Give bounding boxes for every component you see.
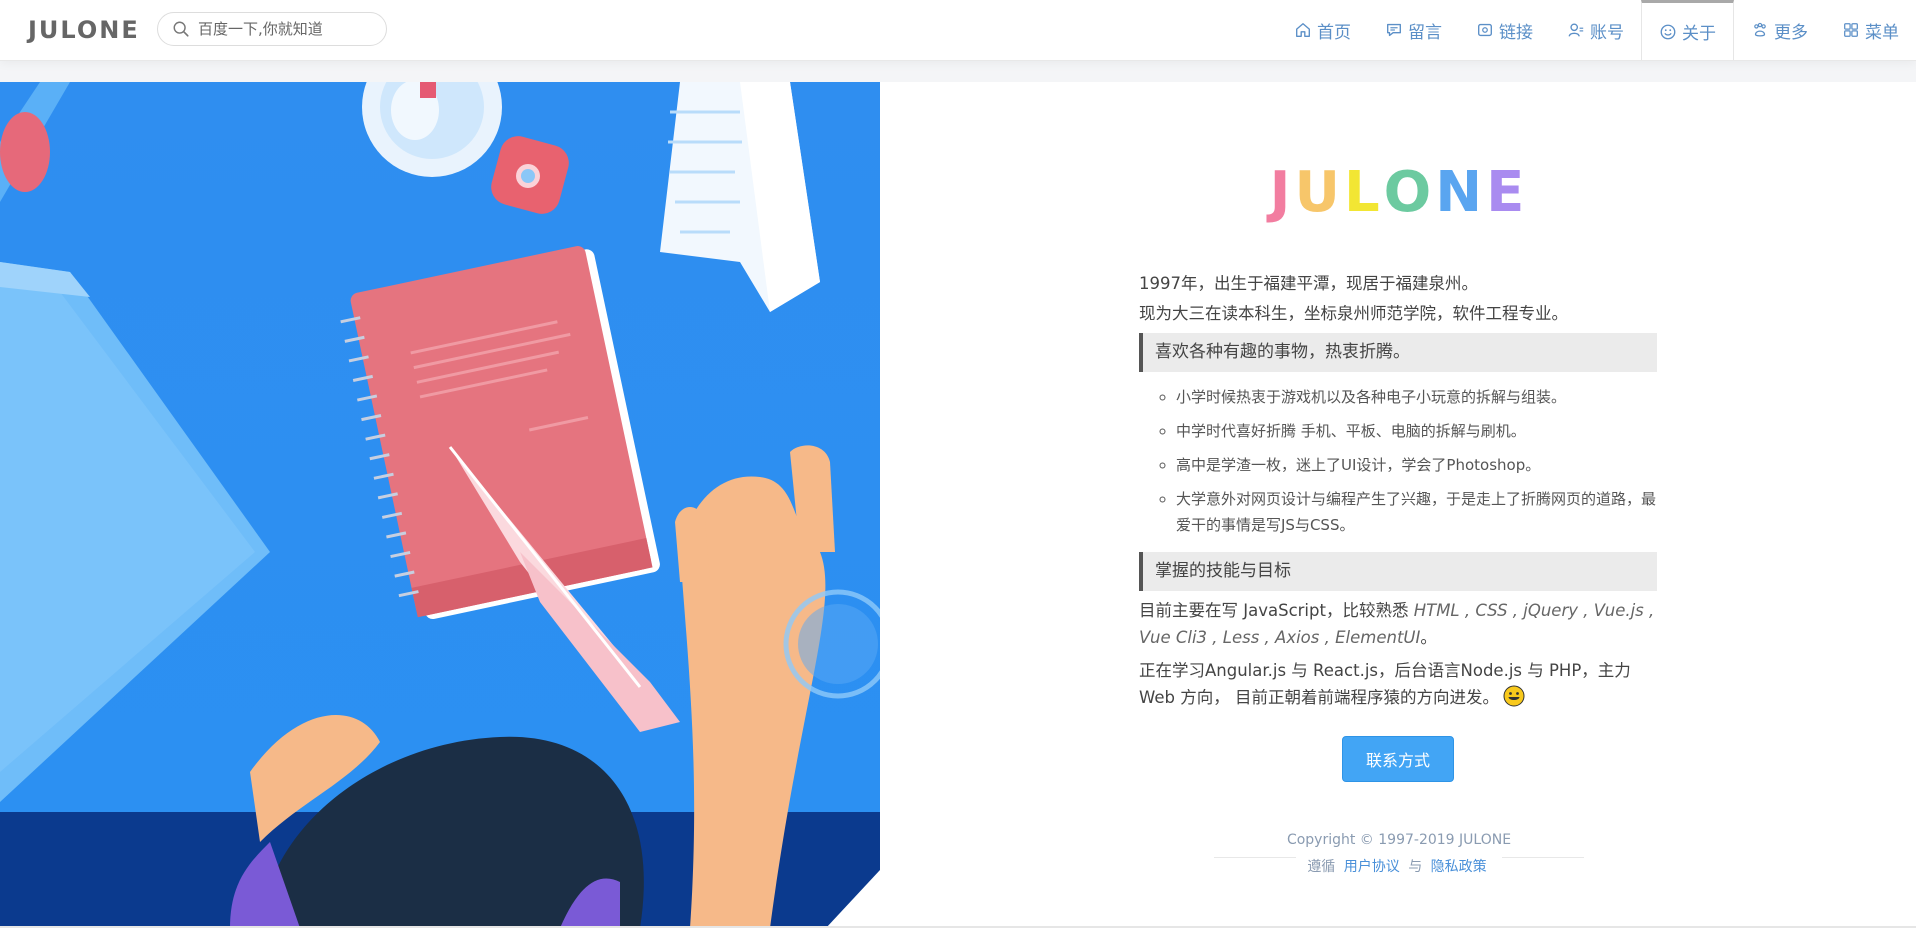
nav-label-menu: 菜单 <box>1865 22 1899 43</box>
list-item: 高中是学渣一枚，迷上了UI设计，学会了Photoshop。 <box>1176 452 1657 479</box>
home-icon <box>1296 23 1310 37</box>
nav-label-home: 首页 <box>1317 22 1351 43</box>
user-agreement-link[interactable]: 用户协议 <box>1344 859 1400 875</box>
nav-label-more: 更多 <box>1774 22 1808 43</box>
logo-letter-l: L <box>1343 159 1384 225</box>
skills-suffix: 。 <box>1420 628 1437 647</box>
brand-logo[interactable]: JULONE <box>28 16 140 44</box>
follow-text: 遵循 <box>1307 859 1336 875</box>
logo-letter-n: N <box>1435 159 1487 225</box>
top-navbar: JULONE 首页 留言 链接 账号 关于 更多 <box>0 0 1916 61</box>
nav-item-message[interactable]: 留言 <box>1368 0 1459 60</box>
privacy-policy-link[interactable]: 隐私政策 <box>1431 859 1487 875</box>
grin-emoji-icon <box>1503 685 1525 707</box>
copyright-text: Copyright © 1997-2019 JULONE <box>1286 832 1512 848</box>
hobbies-list: 小学时候热衷于游戏机以及各种电子小玩意的拆解与组装。 中学时代喜好折腾 手机、平… <box>1139 384 1657 538</box>
nav-label-about: 关于 <box>1682 24 1716 44</box>
nav-label-link: 链接 <box>1499 22 1533 43</box>
policy-line: 遵循 用户协议 与 隐私政策 <box>1214 856 1584 876</box>
nav-label-account: 账号 <box>1590 22 1624 43</box>
nav-item-about[interactable]: 关于 <box>1641 0 1734 60</box>
desk-illustration-image <box>0 82 880 928</box>
nav-item-home[interactable]: 首页 <box>1277 0 1368 60</box>
list-item: 大学意外对网页设计与编程产生了兴趣，于是走上了折腾网页的道路，最爱干的事情是写J… <box>1176 486 1657 538</box>
footer-divider-right <box>1502 857 1584 858</box>
hero-illustration <box>0 82 880 928</box>
nav-item-account[interactable]: 账号 <box>1550 0 1641 60</box>
search-box[interactable] <box>157 12 387 46</box>
julone-color-logo: J U L O N E <box>1270 159 1525 225</box>
user-icon <box>1568 23 1584 37</box>
skills-prefix: 目前主要在写 JavaScript，比较熟悉 <box>1139 601 1414 620</box>
main-nav: 首页 留言 链接 账号 关于 更多 菜单 <box>1277 0 1916 60</box>
nav-item-menu[interactable]: 菜单 <box>1825 0 1916 60</box>
footer: Copyright © 1997-2019 JULONE 遵循 用户协议 与 隐… <box>1214 832 1584 876</box>
contact-button[interactable]: 联系方式 <box>1342 736 1454 782</box>
learning-paragraph: 正在学习Angular.js 与 React.js，后台语言Node.js 与 … <box>1139 657 1657 711</box>
logo-letter-o: O <box>1383 159 1436 225</box>
nav-item-more[interactable]: 更多 <box>1734 0 1825 60</box>
skills-section-title: 掌握的技能与目标 <box>1139 552 1657 591</box>
search-input[interactable] <box>196 19 380 39</box>
message-icon <box>1387 23 1401 37</box>
intro-line-2: 现为大三在读本科生，坐标泉州师范学院，软件工程专业。 <box>1139 304 1568 323</box>
search-icon <box>173 21 189 37</box>
link-icon <box>1478 23 1492 37</box>
logo-letter-j: J <box>1269 159 1295 225</box>
footer-divider-left <box>1214 857 1296 858</box>
smile-icon <box>1660 24 1676 39</box>
paw-icon <box>1754 22 1766 37</box>
nav-item-link[interactable]: 链接 <box>1459 0 1550 60</box>
intro-line-1: 1997年，出生于福建平潭，现居于福建泉州。 <box>1139 274 1478 293</box>
logo-letter-e: E <box>1486 159 1529 225</box>
list-item: 中学时代喜好折腾 手机、平板、电脑的拆解与刷机。 <box>1176 418 1657 445</box>
and-text: 与 <box>1408 859 1423 875</box>
header-shadow-strip <box>0 61 1916 82</box>
learning-text: 正在学习Angular.js 与 React.js，后台语言Node.js 与 … <box>1139 661 1631 707</box>
about-content: 1997年，出生于福建平潭，现居于福建泉州。 现为大三在读本科生，坐标泉州师范学… <box>1139 270 1657 711</box>
grid-icon <box>1844 23 1858 37</box>
hobbies-section-title: 喜欢各种有趣的事物，热衷折腾。 <box>1139 333 1657 372</box>
logo-letter-u: U <box>1294 159 1344 225</box>
list-item: 小学时候热衷于游戏机以及各种电子小玩意的拆解与组装。 <box>1176 384 1657 411</box>
skills-paragraph: 目前主要在写 JavaScript，比较熟悉 HTML , CSS , jQue… <box>1139 597 1657 651</box>
nav-label-message: 留言 <box>1408 22 1442 43</box>
